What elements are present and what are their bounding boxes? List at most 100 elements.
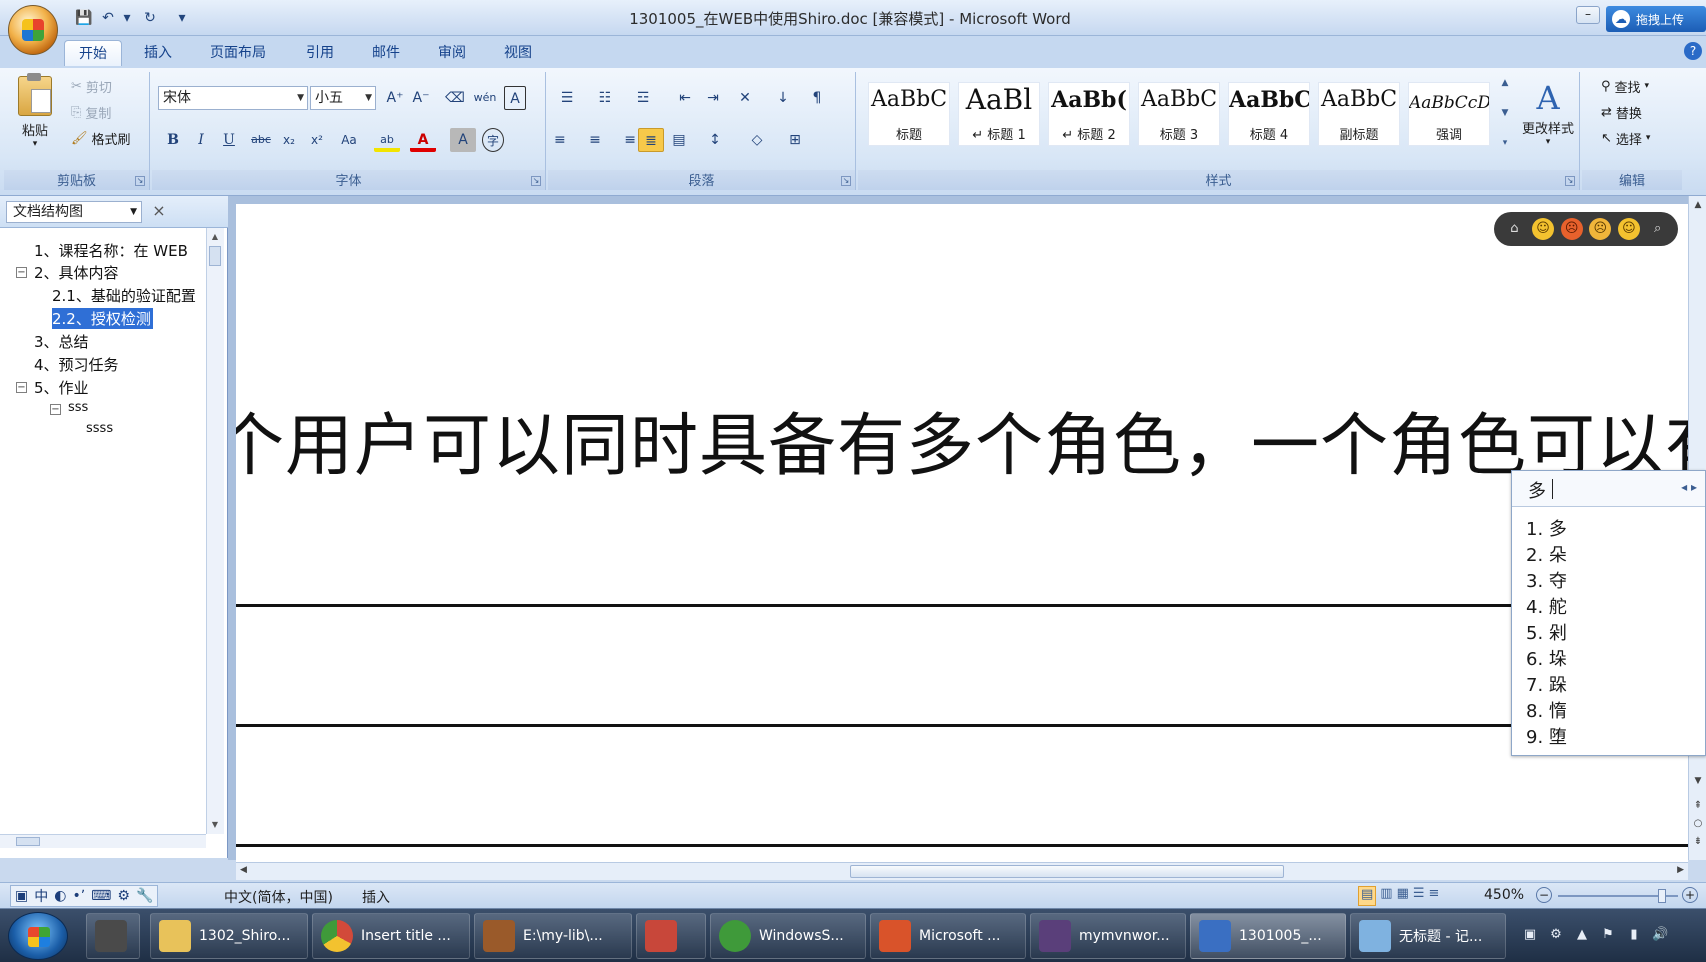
chevron-up-icon[interactable]: ▲	[1498, 78, 1512, 88]
scroll-thumb[interactable]	[850, 865, 1284, 878]
ime-candidate[interactable]: 5. 剁	[1526, 619, 1567, 645]
style-subtitle[interactable]: AaBbC 副标题	[1318, 82, 1400, 146]
volume-icon[interactable]: 🔊	[1652, 927, 1668, 943]
ime-tools-icon[interactable]: 🔧	[136, 888, 153, 904]
page-arrows-icon[interactable]: ◂ ▸	[1681, 480, 1697, 494]
change-case-icon[interactable]: Aa	[332, 128, 366, 152]
change-styles-button[interactable]: A 更改样式 ▾	[1518, 78, 1578, 164]
collapse-icon[interactable]: −	[16, 382, 27, 393]
doc-map-item[interactable]: 5、作业	[34, 377, 89, 398]
taskbar-item[interactable]: Insert title ...	[312, 913, 470, 959]
find-button[interactable]: ⚲ 查找 ▾	[1600, 74, 1678, 98]
distributed-icon[interactable]: ▤	[666, 128, 692, 152]
undo-icon[interactable]: ↶	[98, 9, 118, 27]
line-spacing-icon[interactable]: ↕	[702, 128, 728, 152]
document-page[interactable]: 个用户可以同时具备有多个角色，一个角色可以有	[236, 204, 1688, 864]
taskbar-item[interactable]: WindowsS...	[710, 913, 866, 959]
zoom-slider-thumb[interactable]	[1658, 889, 1666, 903]
select-button[interactable]: ↖ 选择 ▾	[1600, 126, 1678, 150]
borders-icon[interactable]: ⊞	[782, 128, 808, 152]
tab-review[interactable]: 审阅	[424, 40, 480, 66]
font-name-combo[interactable]: 宋体 ▼	[158, 86, 308, 110]
tab-mailings[interactable]: 邮件	[358, 40, 414, 66]
grow-font-icon[interactable]: A⁺	[382, 86, 408, 110]
doc-map-item[interactable]: 2.1、基础的验证配置	[52, 285, 196, 306]
sort-icon[interactable]: ↓	[770, 86, 796, 110]
tray-app-icon[interactable]: ▣	[1522, 927, 1538, 943]
chinese-layout-icon[interactable]: ✕	[732, 86, 758, 110]
taskbar-item[interactable]: mymvnwor...	[1030, 913, 1186, 959]
customize-qat-icon[interactable]: ▾	[176, 9, 188, 27]
show-marks-icon[interactable]: ¶	[804, 86, 830, 110]
minimize-button[interactable]: –	[1576, 6, 1600, 24]
align-right-icon[interactable]: ≡	[610, 128, 636, 152]
increase-indent-icon[interactable]: ⇥	[700, 86, 726, 110]
style-heading-2[interactable]: AaBb( ↵ 标题 2	[1048, 82, 1130, 146]
doc-map-item[interactable]: 1、课程名称：在 WEB	[34, 240, 188, 261]
style-heading-3[interactable]: AaBbC 标题 3	[1138, 82, 1220, 146]
doc-map-item[interactable]: 2、具体内容	[34, 262, 119, 283]
tab-page-layout[interactable]: 页面布局	[196, 40, 280, 66]
chevron-down-icon[interactable]: ▼	[1498, 108, 1512, 118]
save-icon[interactable]: 💾	[74, 9, 94, 27]
home-icon[interactable]: ⌂	[1503, 218, 1525, 240]
tab-home[interactable]: 开始	[64, 40, 122, 66]
ime-settings-icon[interactable]: ⚙	[117, 888, 130, 904]
styles-launcher-icon[interactable]: ↘	[1565, 176, 1575, 186]
taskbar-item[interactable]: 无标题 - 记...	[1350, 913, 1506, 959]
paragraph-launcher-icon[interactable]: ↘	[841, 176, 851, 186]
half-full-width-icon[interactable]: ◐	[54, 888, 66, 904]
bold-icon[interactable]: B	[160, 128, 186, 152]
subscript-icon[interactable]: x₂	[276, 128, 302, 152]
document-map-hscrollbar[interactable]	[0, 834, 206, 848]
taskbar-item-active[interactable]: 1301005_...	[1190, 913, 1346, 959]
decrease-indent-icon[interactable]: ⇤	[672, 86, 698, 110]
redo-icon[interactable]: ↻	[140, 9, 160, 27]
ime-candidate[interactable]: 8. 惰	[1526, 697, 1567, 723]
zoom-in-icon[interactable]: +	[1682, 887, 1698, 903]
doc-map-item-selected[interactable]: 2.2、授权检测	[52, 308, 153, 329]
chevron-up-icon[interactable]: ▲	[1691, 200, 1705, 210]
highlight-icon[interactable]: ab	[374, 128, 400, 152]
ime-candidate[interactable]: 3. 夺	[1526, 567, 1567, 593]
sad-emoji-icon[interactable]: ☹	[1589, 218, 1612, 240]
language-status[interactable]: 中文(简体，中国)	[224, 887, 333, 907]
flag-icon[interactable]: ⚑	[1600, 927, 1616, 943]
multilevel-list-icon[interactable]: ☲	[630, 86, 656, 110]
office-button[interactable]	[8, 5, 58, 55]
strikethrough-icon[interactable]: abc	[248, 128, 274, 152]
network-icon[interactable]: ▮	[1626, 927, 1642, 943]
chevron-up-icon[interactable]: ▲	[209, 232, 221, 242]
close-icon[interactable]: ×	[150, 202, 168, 220]
document-map-dropdown[interactable]: 文档结构图 ▼	[6, 201, 142, 223]
document-body-text[interactable]: 个用户可以同时具备有多个角色，一个角色可以有	[236, 390, 1688, 489]
shrink-font-icon[interactable]: A⁻	[408, 86, 434, 110]
doc-map-item[interactable]: ssss	[86, 421, 113, 436]
laugh-emoji-icon[interactable]: ☺	[1617, 218, 1640, 240]
character-shading-icon[interactable]: A	[450, 128, 476, 152]
print-layout-icon[interactable]: ▤	[1358, 886, 1377, 906]
help-icon[interactable]: ?	[1684, 42, 1702, 60]
clipboard-launcher-icon[interactable]: ↘	[135, 176, 145, 186]
underline-icon[interactable]: U	[216, 128, 242, 152]
angry-emoji-icon[interactable]: ☹	[1560, 218, 1583, 240]
start-button[interactable]	[8, 912, 68, 960]
collapse-icon[interactable]: −	[16, 267, 27, 278]
next-page-icon[interactable]: ⇟	[1691, 836, 1705, 847]
tab-references[interactable]: 引用	[292, 40, 348, 66]
web-layout-icon[interactable]: ▦	[1397, 886, 1409, 906]
paste-button[interactable]: 粘贴 ▾	[12, 73, 58, 160]
font-color-icon[interactable]: A	[410, 128, 436, 152]
smile-emoji-icon[interactable]: ☺	[1531, 218, 1554, 240]
insert-mode-status[interactable]: 插入	[362, 887, 390, 907]
taskbar-item[interactable]: 1302_Shiro...	[150, 913, 308, 959]
undo-dropdown-icon[interactable]: ▾	[122, 9, 132, 27]
taskbar-item[interactable]	[636, 913, 706, 959]
show-hidden-icons[interactable]: ▲	[1574, 927, 1590, 943]
character-border-icon[interactable]: A	[504, 86, 526, 110]
more-styles-icon[interactable]: ▾	[1498, 138, 1512, 148]
collapse-icon[interactable]: −	[50, 404, 61, 415]
ime-candidate[interactable]: 6. 垛	[1526, 645, 1567, 671]
tab-insert[interactable]: 插入	[130, 40, 186, 66]
doc-map-item[interactable]: sss	[68, 400, 88, 415]
